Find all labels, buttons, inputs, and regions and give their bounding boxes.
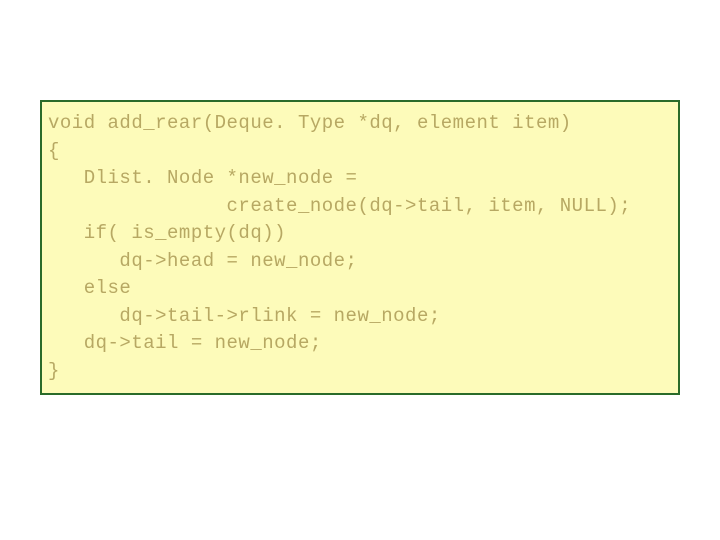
code-line: dq->tail = new_node; — [48, 330, 672, 358]
code-snippet-box: void add_rear(Deque. Type *dq, element i… — [40, 100, 680, 395]
code-line: else — [48, 275, 672, 303]
code-line: if( is_empty(dq)) — [48, 220, 672, 248]
code-line: Dlist. Node *new_node = — [48, 165, 672, 193]
code-line: dq->head = new_node; — [48, 248, 672, 276]
code-line: void add_rear(Deque. Type *dq, element i… — [48, 110, 672, 138]
code-line: dq->tail->rlink = new_node; — [48, 303, 672, 331]
code-line: } — [48, 358, 672, 386]
code-line: create_node(dq->tail, item, NULL); — [48, 193, 672, 221]
code-line: { — [48, 138, 672, 166]
